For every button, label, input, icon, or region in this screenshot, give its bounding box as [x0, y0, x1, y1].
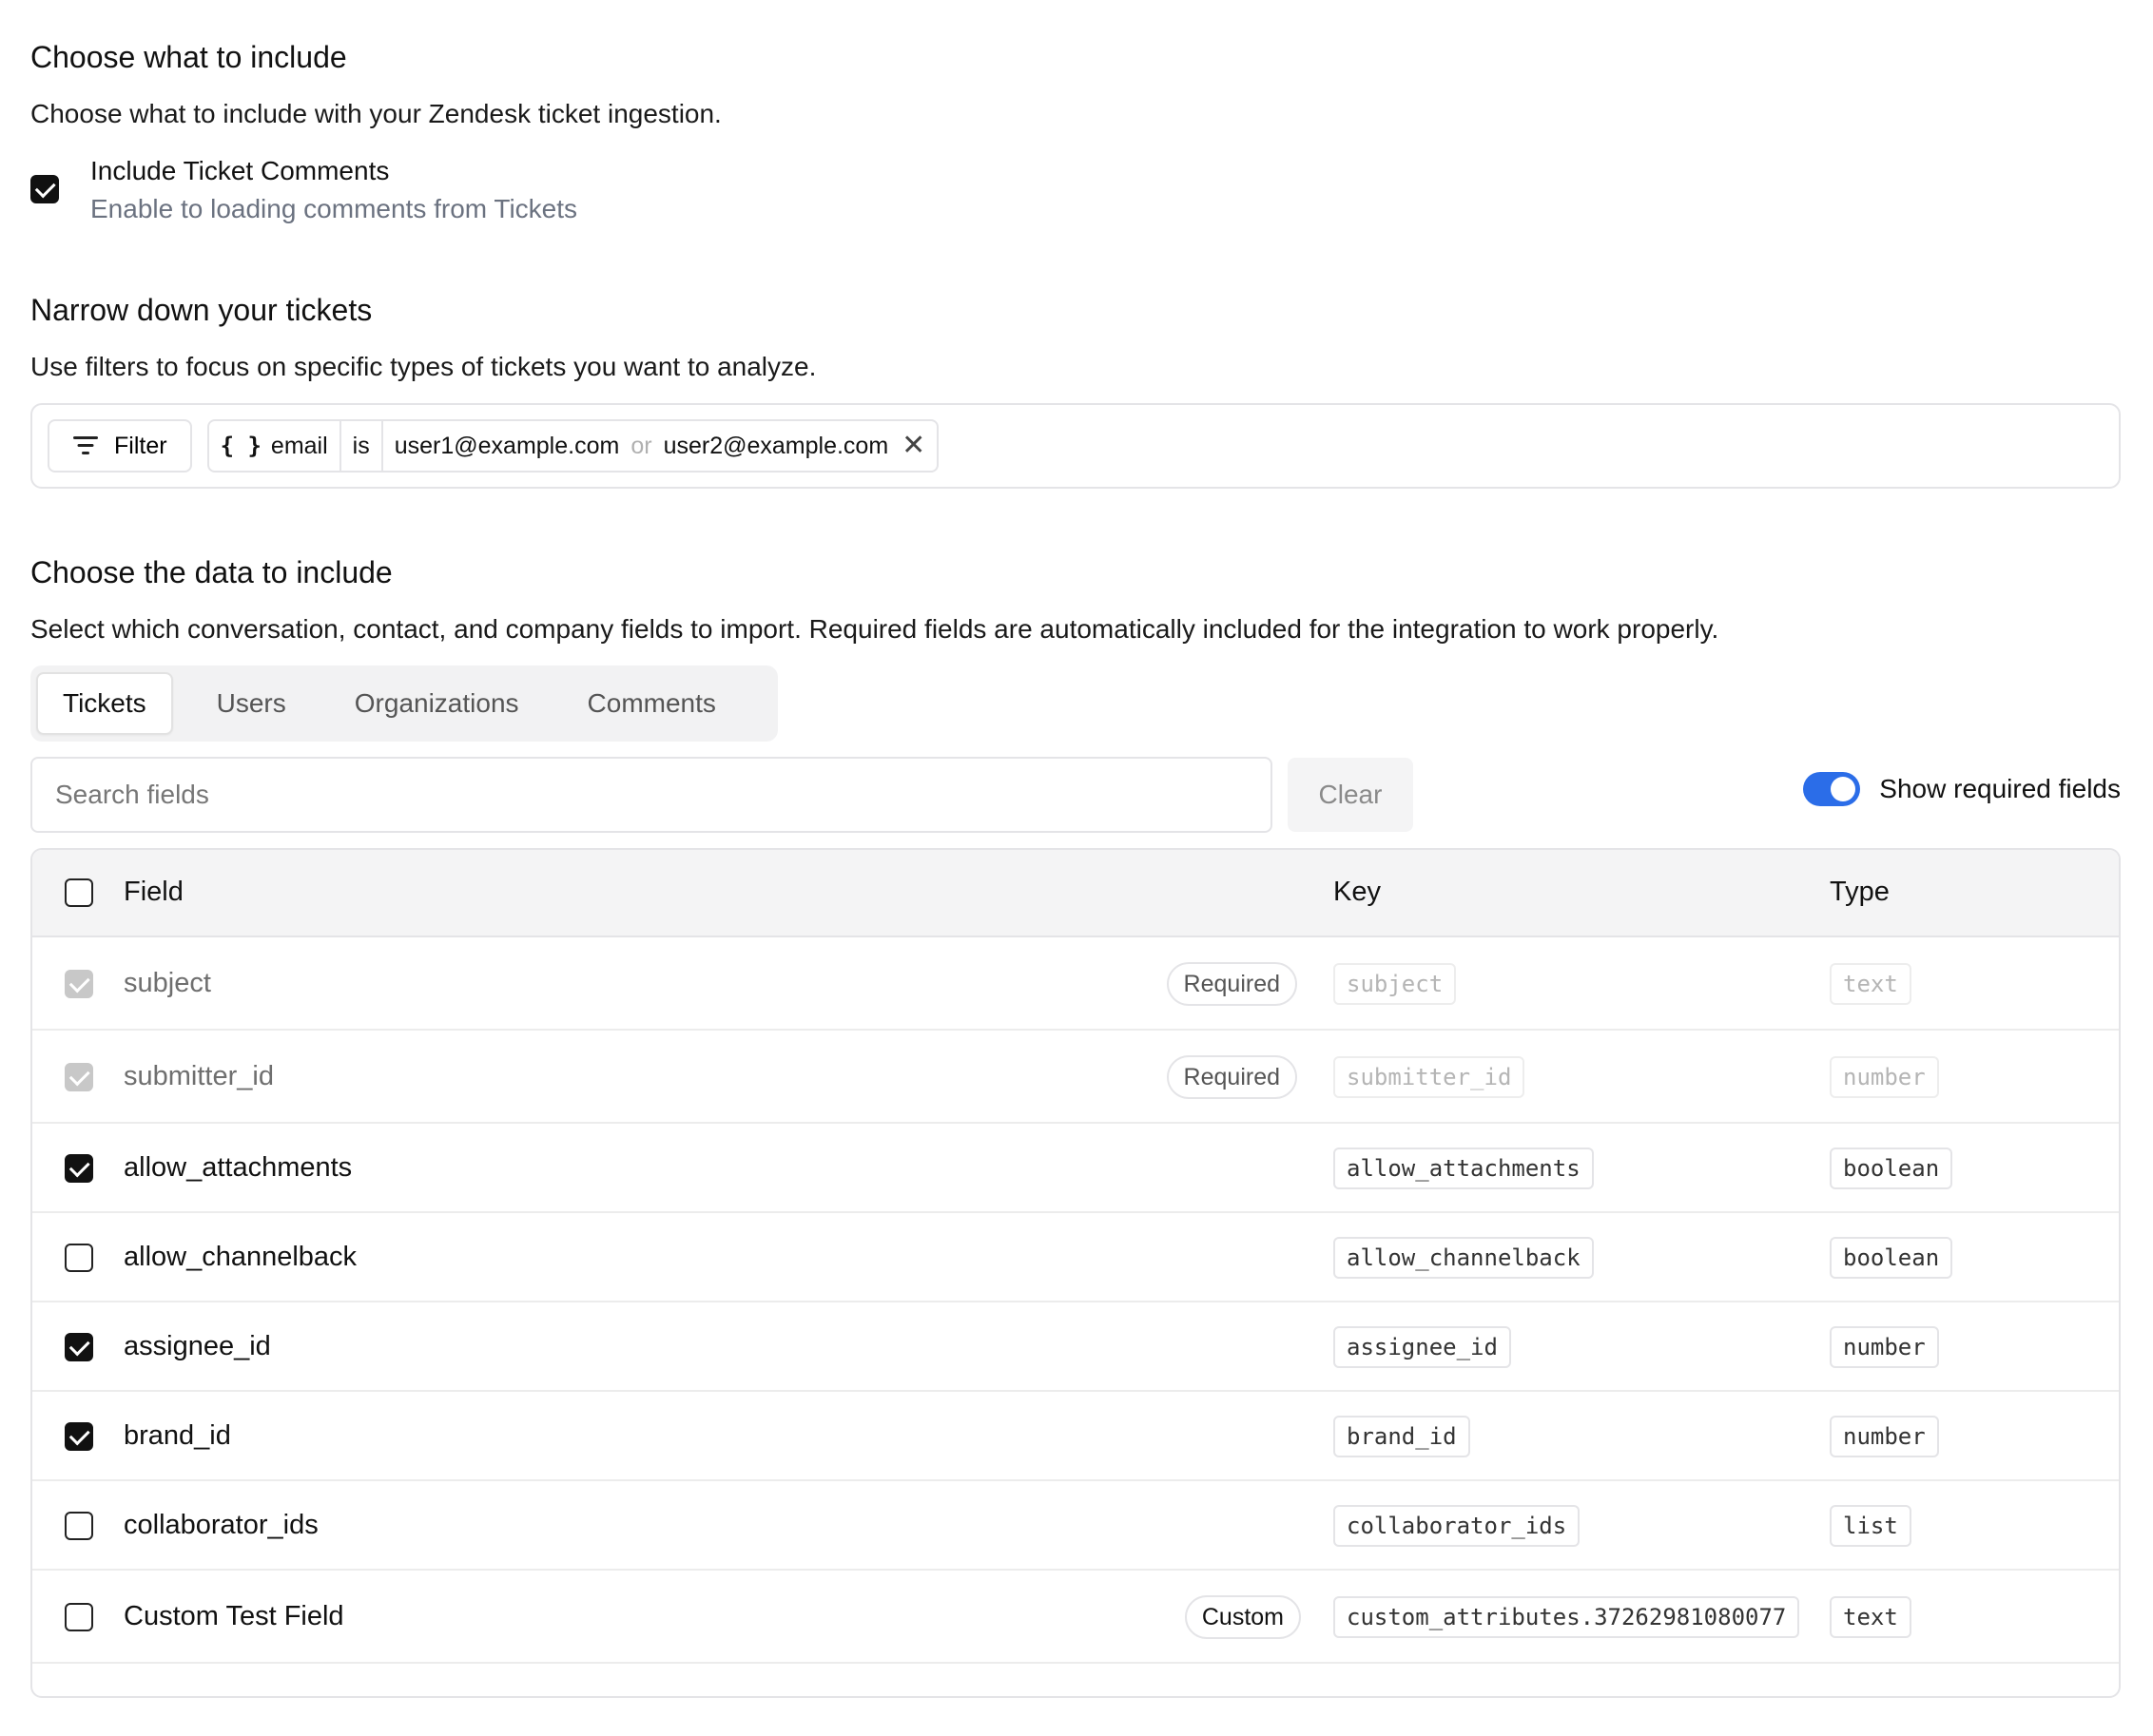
row-type: text	[1830, 1596, 1911, 1638]
row-key: assignee_id	[1333, 1326, 1511, 1368]
row-key: allow_channelback	[1333, 1237, 1594, 1279]
row-checkbox[interactable]	[65, 1244, 93, 1272]
include-section-description: Choose what to include with your Zendesk…	[30, 99, 722, 128]
required-badge: Required	[1166, 1055, 1297, 1099]
row-field-name: assignee_id	[124, 1331, 271, 1361]
show-required-label: Show required fields	[1879, 774, 2121, 803]
header-field: Field	[124, 877, 184, 907]
filter-chip[interactable]: { } email is user1@example.com or user2@…	[206, 419, 940, 473]
row-field-name: Custom Test Field	[124, 1601, 344, 1631]
row-type: text	[1830, 963, 1911, 1005]
page: Choose what to include Choose what to in…	[0, 0, 2153, 1736]
filter-chip-operator[interactable]: is	[339, 421, 381, 471]
custom-badge: Custom	[1184, 1595, 1301, 1639]
fields-table: Field Key Type subject Required subject tex…	[30, 848, 2121, 1698]
include-comments-sublabel: Enable to loading comments from Tickets	[90, 194, 578, 223]
filter-chip-field-label: email	[270, 432, 328, 459]
row-key: custom_attributes.37262981080077	[1333, 1596, 1800, 1638]
include-comments-label: Include Ticket Comments	[90, 156, 390, 185]
row-field-name: brand_id	[124, 1420, 231, 1451]
tab-organizations[interactable]: Organizations	[330, 672, 544, 735]
row-field-name: subject	[124, 968, 211, 998]
row-field-name: collaborator_ids	[124, 1510, 319, 1540]
required-badge: Required	[1166, 962, 1297, 1006]
table-row[interactable]: submitter_id Required submitter_id number	[32, 1031, 2119, 1124]
row-checkbox[interactable]	[65, 1154, 93, 1183]
row-key: brand_id	[1333, 1416, 1470, 1457]
row-type: number	[1830, 1416, 1939, 1457]
tab-tickets[interactable]: Tickets	[36, 672, 173, 735]
filter-section-description: Use filters to focus on specific types o…	[30, 352, 817, 381]
show-required-toggle[interactable]	[1803, 772, 1861, 806]
filter-chip-joiner: or	[630, 432, 652, 459]
filter-chip-value-2: user2@example.com	[663, 432, 889, 459]
row-type: number	[1830, 1326, 1939, 1368]
row-checkbox	[65, 970, 93, 998]
data-section-title: Choose the data to include	[30, 555, 393, 589]
table-header: Field Key Type	[32, 850, 2119, 937]
header-type: Type	[1830, 877, 1890, 907]
include-comments-option[interactable]: Include Ticket Comments Enable to loadin…	[30, 152, 577, 228]
row-checkbox[interactable]	[65, 1333, 93, 1361]
row-type: list	[1830, 1505, 1911, 1547]
row-key: subject	[1333, 963, 1457, 1005]
braces-icon: { }	[220, 433, 262, 459]
tab-users[interactable]: Users	[192, 672, 311, 735]
row-type: boolean	[1830, 1237, 1953, 1279]
table-row[interactable]: allow_attachments allow_attachments boolea…	[32, 1124, 2119, 1213]
include-section-title: Choose what to include	[30, 40, 347, 74]
row-key: submitter_id	[1333, 1056, 1525, 1098]
table-row[interactable]: allow_channelback allow_channelback boolea…	[32, 1213, 2119, 1302]
row-checkbox[interactable]	[65, 1603, 93, 1631]
table-row[interactable]: collaborator_ids collaborator_ids list	[32, 1481, 2119, 1571]
select-all-checkbox[interactable]	[65, 878, 93, 907]
show-required-toggle-group[interactable]: Show required fields	[1803, 772, 2121, 806]
search-input[interactable]	[30, 757, 1272, 833]
data-section-description: Select which conversation, contact, and …	[30, 614, 1719, 644]
table-row[interactable]: subject Required subject text	[32, 937, 2119, 1031]
filter-chip-values[interactable]: user1@example.com or user2@example.com ✕	[380, 421, 938, 471]
clear-button[interactable]: Clear	[1288, 758, 1413, 832]
filter-bar: Filter { } email is user1@example.com or…	[30, 403, 2121, 489]
row-type: number	[1830, 1056, 1939, 1098]
row-checkbox	[65, 1063, 93, 1091]
tab-comments[interactable]: Comments	[563, 672, 741, 735]
row-field-name: submitter_id	[124, 1061, 274, 1091]
table-row[interactable]: brand_id brand_id number	[32, 1392, 2119, 1481]
table-row[interactable]: Custom Test Field Custom custom_attributes…	[32, 1571, 2119, 1664]
filter-chip-value-1: user1@example.com	[394, 432, 620, 459]
filter-chip-field[interactable]: { } email	[209, 421, 339, 471]
data-tabs: Tickets Users Organizations Comments	[30, 665, 778, 742]
include-comments-text: Include Ticket Comments Enable to loadin…	[90, 152, 577, 228]
row-type: boolean	[1830, 1148, 1953, 1189]
close-icon[interactable]: ✕	[902, 432, 925, 460]
filter-icon	[72, 436, 99, 455]
header-key: Key	[1333, 877, 1381, 907]
row-field-name: allow_attachments	[124, 1152, 353, 1183]
row-key: collaborator_ids	[1333, 1505, 1581, 1547]
filter-section-title: Narrow down your tickets	[30, 293, 373, 327]
row-field-name: allow_channelback	[124, 1242, 358, 1272]
filter-button[interactable]: Filter	[48, 419, 192, 473]
include-comments-checkbox[interactable]	[30, 175, 59, 203]
row-checkbox[interactable]	[65, 1422, 93, 1451]
row-key: allow_attachments	[1333, 1148, 1594, 1189]
filter-button-label: Filter	[114, 432, 167, 459]
table-row[interactable]: assignee_id assignee_id number	[32, 1302, 2119, 1392]
table-body: subject Required subject text submitter_id Re…	[32, 937, 2119, 1664]
row-checkbox[interactable]	[65, 1512, 93, 1540]
